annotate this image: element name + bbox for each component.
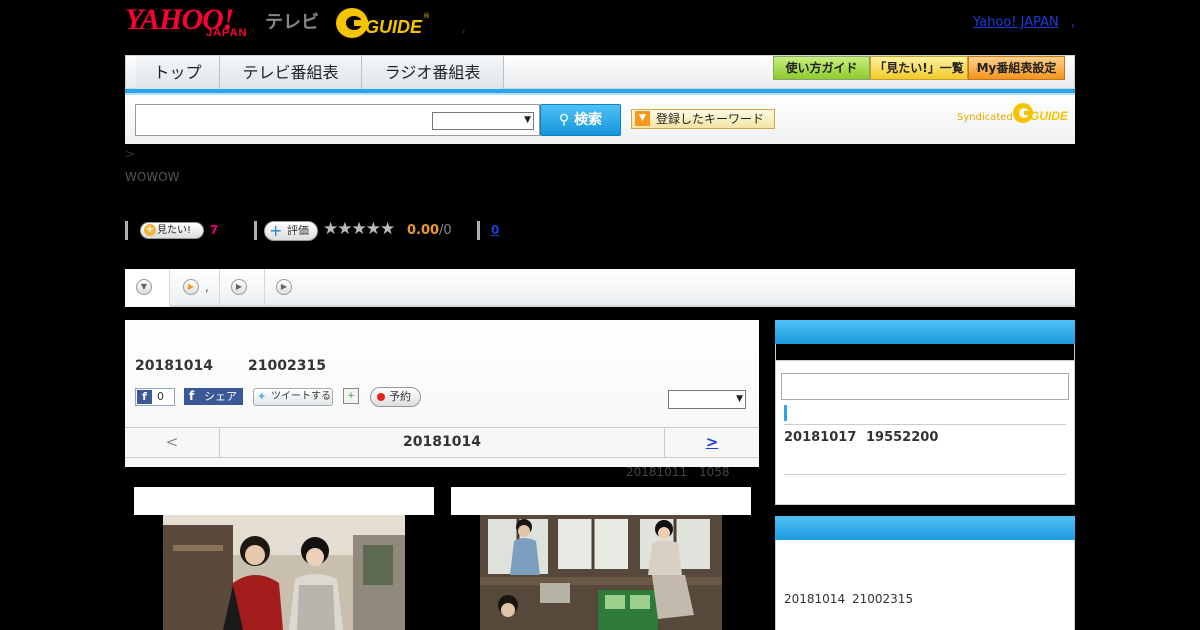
tab-top[interactable]: トップ <box>136 56 220 89</box>
broadcast-time: 21002315 <box>248 358 326 374</box>
usage-guide-button[interactable]: 使い方ガイド <box>773 56 870 80</box>
syndicated-gguide-logo: GUIDE <box>1013 103 1068 123</box>
facebook-like-button[interactable]: 0 <box>135 388 175 406</box>
sidebar-input[interactable] <box>781 373 1069 400</box>
next-broadcast-time[interactable]: 19552200 <box>866 430 938 445</box>
next-date-button[interactable]: > <box>664 427 759 458</box>
channel-name: WOWOW <box>125 170 180 184</box>
updated-date: 20181011 <box>626 465 688 479</box>
sidebar-box <box>775 540 1075 630</box>
want-list-button[interactable]: 「見たい!」一覧 <box>870 56 968 80</box>
sidebar-section-marker <box>784 405 787 421</box>
sidebar-broadcast-date: 20181014 <box>784 592 846 606</box>
want-to-watch-button[interactable]: 見たい! <box>140 222 204 239</box>
syndicated-label: Syndicated <box>957 112 1013 123</box>
page: YAHOO! JAPAN テレビ GUIDE ® , Yahoo! JAPAN … <box>0 0 1200 630</box>
program-subtabs <box>125 269 1075 307</box>
yahoo-japan-logo-text[interactable]: JAPAN <box>206 27 247 39</box>
play-icon[interactable]: ▶ <box>276 279 292 295</box>
rate-button[interactable]: 評価 <box>264 221 318 241</box>
calendar-add-icon[interactable]: + <box>343 388 359 404</box>
chevron-down-icon: ▼ <box>136 279 152 295</box>
svg-text:®: ® <box>423 12 430 20</box>
next-broadcast-date[interactable]: 20181017 <box>784 430 856 445</box>
play-icon: ▶ <box>231 279 247 295</box>
yahoo-japan-link[interactable]: Yahoo! JAPAN <box>973 15 1059 30</box>
header-separator: , <box>462 22 466 35</box>
divider <box>784 474 1066 475</box>
current-date: 20181014 <box>403 434 481 450</box>
divider <box>784 424 1066 425</box>
search-icon: ⚲ <box>558 112 570 128</box>
tab-cast-label: , <box>205 280 209 294</box>
thumbnail-caption-box <box>134 487 434 515</box>
previous-date-button[interactable]: < <box>125 427 220 458</box>
rating-count: /0 <box>439 223 452 238</box>
play-icon: ▶ <box>183 279 199 295</box>
want-count: 7 <box>210 223 219 237</box>
saved-keywords-button[interactable]: 登録したキーワード <box>631 109 775 129</box>
breadcrumb[interactable]: > <box>125 147 135 161</box>
rating-stars: ★★★★★ <box>323 219 395 239</box>
facebook-share-button[interactable]: シェア <box>184 388 243 405</box>
thumbnail-caption-box <box>451 487 751 515</box>
divider <box>254 221 257 240</box>
svg-text:GUIDE: GUIDE <box>1030 109 1068 123</box>
svg-text:GUIDE: GUIDE <box>365 17 423 37</box>
program-photo[interactable] <box>163 515 405 630</box>
sidebar-header <box>775 516 1075 540</box>
search-button-label: 検索 <box>574 112 603 128</box>
sidebar-header <box>775 320 1075 344</box>
header-trailing-dot: , <box>1071 15 1076 30</box>
divider <box>477 221 480 240</box>
tab-radio-schedule[interactable]: ラジオ番組表 <box>362 56 504 89</box>
search-button[interactable]: ⚲ 検索 <box>540 104 621 136</box>
record-reserve-button[interactable]: 予約 <box>370 387 421 407</box>
sidebar-subheader <box>775 344 1075 360</box>
search-category-select[interactable] <box>432 112 534 130</box>
panel-select[interactable] <box>668 390 746 409</box>
tv-logo-label[interactable]: テレビ <box>265 8 319 34</box>
broadcast-date: 20181014 <box>135 358 213 374</box>
gguide-logo[interactable]: GUIDE ® <box>335 6 430 40</box>
my-schedule-settings-button[interactable]: My番組表設定 <box>968 56 1065 80</box>
updated-time: 1058 <box>699 465 730 479</box>
review-count-link[interactable]: 0 <box>491 223 499 237</box>
tweet-button[interactable]: ツイートする <box>253 388 333 406</box>
divider <box>125 221 128 240</box>
rating-score: 0.00 <box>407 223 440 238</box>
program-photo[interactable] <box>480 515 722 630</box>
sidebar-broadcast-time: 21002315 <box>852 592 914 606</box>
tab-tv-schedule[interactable]: テレビ番組表 <box>220 56 362 89</box>
